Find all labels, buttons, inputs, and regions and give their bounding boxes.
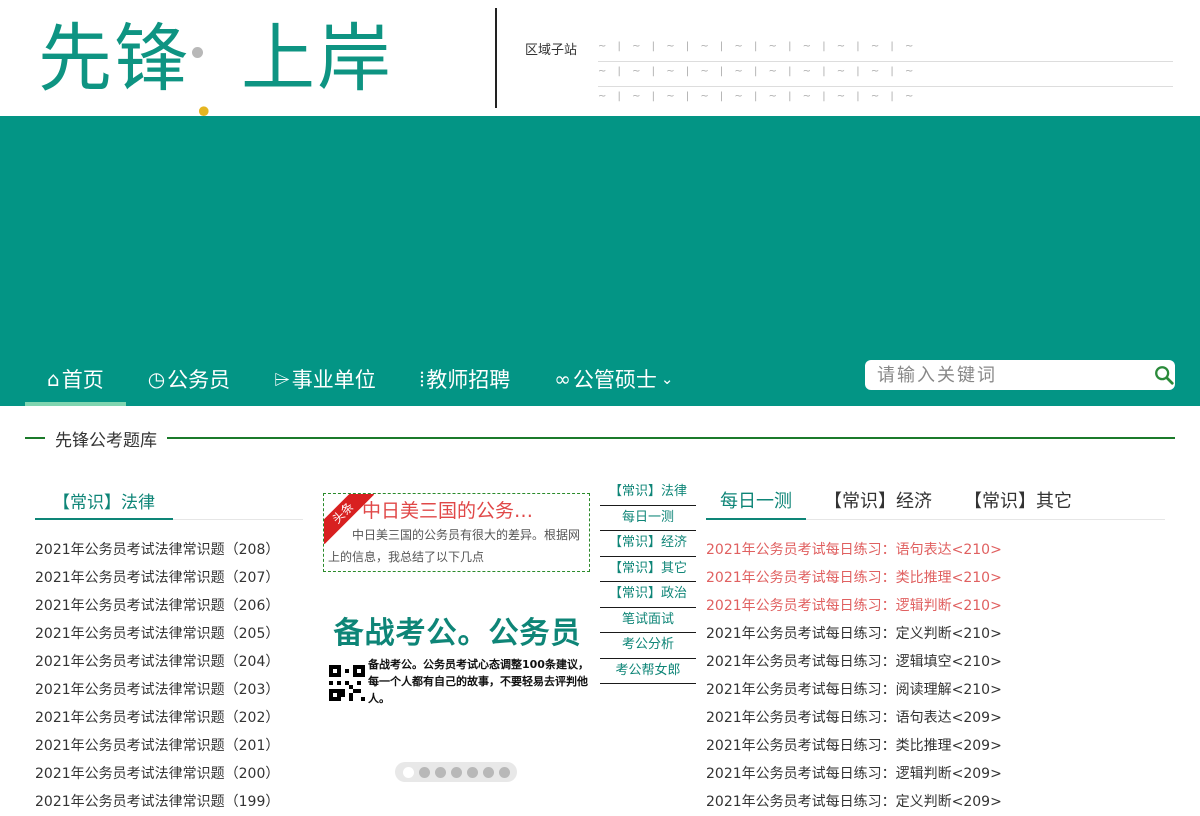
list-item[interactable]: 2021年公务员考试每日练习：阅读理解<210> [706, 676, 1165, 704]
clock-icon: ◷ [147, 367, 166, 391]
chevron-down-icon: ⌄ [660, 370, 674, 388]
category-menu-item[interactable]: 笔试面试 [600, 608, 696, 633]
category-menu: 【常识】法律 每日一测 【常识】经济 【常识】其它 【常识】政治 笔试面试 考公分析 考公帮女… [600, 480, 696, 684]
nav-label: 首页 [61, 368, 104, 392]
category-menu-item[interactable]: 考公帮女郎 [600, 659, 696, 684]
nav-item-public-institution[interactable]: ⌲ 事业单位 [252, 352, 398, 406]
site-header: 先锋 . 上岸 区域子站 ~ | ~ | ~ | ~ | ~ | ~ | ~ |… [0, 0, 1200, 133]
law-list: 2021年公务员考试法律常识题（208） 2021年公务员考试法律常识题（207）… [35, 536, 303, 816]
search-icon[interactable] [1153, 364, 1175, 386]
header-divider [495, 8, 497, 108]
list-item[interactable]: 2021年公务员考试法律常识题（201） [35, 732, 303, 760]
tab-2[interactable]: 【常识】其它 [964, 482, 1072, 520]
logo-text-1: 先锋 [38, 15, 190, 102]
nav-label: 教师招聘 [426, 368, 511, 392]
tab-0[interactable]: 每日一测 [706, 482, 806, 520]
slide-text: 备战考公。公务员考试心态调整100条建议，每一个人都有自己的故事，不要轻易去评判… [368, 658, 589, 705]
nav-item-civil-servant[interactable]: ◷ 公务员 [126, 352, 252, 406]
carousel-dot[interactable] [402, 766, 414, 778]
list-item[interactable]: 2021年公务员考试每日练习：定义判断<210> [706, 620, 1165, 648]
headline-card[interactable]: 头条 中日美三国的公务… 中日美三国的公务员有很大的差异。根据网上的信息，我总结… [323, 493, 590, 572]
list-item[interactable]: 2021年公务员考试法律常识题（205） [35, 620, 303, 648]
nav-label: 公务员 [167, 368, 231, 392]
list-item[interactable]: 2021年公务员考试法律常识题（203） [35, 676, 303, 704]
category-menu-item[interactable]: 【常识】经济 [600, 531, 696, 557]
section-header: 先锋公考题库 [25, 424, 1175, 452]
daily-test-list: 2021年公务员考试每日练习：语句表达<210> 2021年公务员考试每日练习：类… [706, 536, 1165, 816]
logo-dot: . [192, 46, 218, 133]
main-nav: ⌂ 首页 ◷ 公务员 ⌲ 事业单位 ⦙ 教师招聘 ∞ 公管硕士 ⌄ [25, 352, 696, 406]
list-item[interactable]: 2021年公务员考试法律常识题（207） [35, 564, 303, 592]
hero-banner: ⌂ 首页 ◷ 公务员 ⌲ 事业单位 ⦙ 教师招聘 ∞ 公管硕士 ⌄ [0, 116, 1200, 406]
slide-title[interactable]: 备战考公。公务员 [320, 608, 595, 652]
list-item[interactable]: 2021年公务员考试法律常识题（204） [35, 648, 303, 676]
list-item[interactable]: 2021年公务员考试每日练习：逻辑判断<209> [706, 760, 1165, 788]
nav-label: 公管硕士 [572, 368, 657, 392]
right-tabbar: 每日一测 【常识】经济 【常识】其它 [706, 482, 1165, 520]
left-panel: 【常识】法律 2021年公务员考试法律常识题（208） 2021年公务员考试法律常… [35, 482, 303, 816]
headline-title[interactable]: 中日美三国的公务… [362, 496, 587, 523]
tag-icon: ⌲ [274, 367, 290, 391]
site-logo[interactable]: 先锋 . 上岸 [38, 2, 393, 133]
carousel-dot[interactable] [450, 766, 462, 778]
list-item[interactable]: 2021年公务员考试每日练习：逻辑填空<210> [706, 648, 1165, 676]
nav-item-mpa[interactable]: ∞ 公管硕士 ⌄ [532, 352, 695, 406]
carousel: 头条 中日美三国的公务… 中日美三国的公务员有很大的差异。根据网上的信息，我总结… [320, 490, 595, 790]
region-row[interactable]: ~ | ~ | ~ | ~ | ~ | ~ | ~ | ~ | ~ | ~ [598, 37, 1173, 62]
list-item[interactable]: 2021年公务员考试每日练习：类比推理<209> [706, 732, 1165, 760]
carousel-dots [395, 762, 517, 782]
list-item[interactable]: 2021年公务员考试每日练习：类比推理<210> [706, 564, 1165, 592]
tab-1[interactable]: 【常识】经济 [824, 482, 932, 520]
left-tabbar: 【常识】法律 [35, 482, 303, 520]
region-label: 区域子站 [525, 43, 578, 58]
search-input[interactable] [877, 361, 1147, 389]
region-links: ~ | ~ | ~ | ~ | ~ | ~ | ~ | ~ | ~ | ~ ~ … [598, 37, 1173, 112]
nav-item-teacher-recruit[interactable]: ⦙ 教师招聘 [398, 352, 532, 406]
search-box [865, 360, 1175, 390]
headline-summary: 中日美三国的公务员有很大的差异。根据网上的信息，我总结了以下几点 [328, 528, 581, 564]
right-panel: 每日一测 【常识】经济 【常识】其它 2021年公务员考试每日练习：语句表达<210… [706, 482, 1165, 816]
list-item[interactable]: 2021年公务员考试每日练习：定义判断<209> [706, 788, 1165, 816]
logo-text-2: 上岸 [241, 15, 393, 102]
list-item[interactable]: 2021年公务员考试法律常识题（206） [35, 592, 303, 620]
list-item[interactable]: 2021年公务员考试每日练习：语句表达<210> [706, 536, 1165, 564]
list-item[interactable]: 2021年公务员考试每日练习：语句表达<209> [706, 704, 1165, 732]
list-item[interactable]: 2021年公务员考试法律常识题（199） [35, 788, 303, 816]
divider-line [167, 437, 1175, 439]
divider-line [25, 437, 45, 439]
list-item[interactable]: 2021年公务员考试法律常识题（202） [35, 704, 303, 732]
carousel-dot[interactable] [466, 766, 478, 778]
list-item[interactable]: 2021年公务员考试法律常识题（208） [35, 536, 303, 564]
carousel-dot[interactable] [434, 766, 446, 778]
nav-item-home[interactable]: ⌂ 首页 [25, 352, 126, 406]
category-menu-item[interactable]: 每日一测 [600, 506, 696, 531]
region-row[interactable]: ~ | ~ | ~ | ~ | ~ | ~ | ~ | ~ | ~ | ~ [598, 62, 1173, 87]
link-icon: ∞ [554, 367, 571, 391]
carousel-dot[interactable] [498, 766, 510, 778]
list-item[interactable]: 2021年公务员考试每日练习：逻辑判断<210> [706, 592, 1165, 620]
region-row[interactable]: ~ | ~ | ~ | ~ | ~ | ~ | ~ | ~ | ~ | ~ [598, 87, 1173, 112]
category-menu-item[interactable]: 【常识】其它 [600, 557, 696, 582]
category-menu-item[interactable]: 【常识】政治 [600, 582, 696, 608]
nav-label: 事业单位 [291, 368, 376, 392]
category-menu-item[interactable]: 【常识】法律 [600, 480, 696, 506]
list-item[interactable]: 2021年公务员考试法律常识题（200） [35, 760, 303, 788]
carousel-dot[interactable] [418, 766, 430, 778]
qr-code-icon [329, 665, 365, 701]
section-title: 先锋公考题库 [55, 430, 157, 451]
book-icon: ⦙ [419, 367, 425, 391]
home-icon: ⌂ [47, 367, 60, 391]
category-menu-item[interactable]: 考公分析 [600, 633, 696, 659]
tab-law[interactable]: 【常识】法律 [35, 482, 173, 520]
carousel-dot[interactable] [482, 766, 494, 778]
